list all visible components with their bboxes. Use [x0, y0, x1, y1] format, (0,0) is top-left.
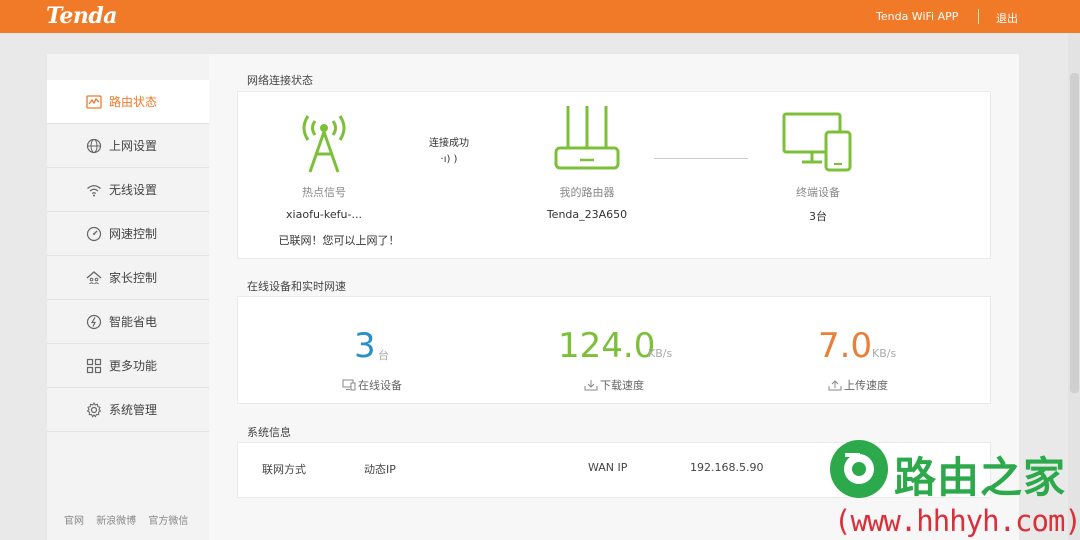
sidebar-item-label: 更多功能 [109, 359, 158, 373]
hotspot-name: xiaofu-kefu-... [286, 208, 362, 221]
sidebar-item-label: 网速控制 [109, 227, 158, 241]
online-count-unit: 台 [378, 349, 389, 362]
upload-speed-label: 上传速度 [828, 377, 888, 393]
page-scrollbar[interactable] [1068, 33, 1080, 540]
realtime-card: 3 台 在线设备 124.0 KB/s 下载速度 7.0 KB/s 上传速度 [237, 296, 991, 404]
router-label: 我的路由器 [559, 186, 615, 199]
footer-link-official-site[interactable]: 官网 [64, 516, 84, 527]
wifi-icon [87, 184, 101, 196]
watermark-url: (www.hhhyh.com) [834, 504, 1080, 538]
terminals-count: 3台 [809, 210, 827, 223]
globe-icon [86, 138, 102, 153]
monitor-icon [342, 379, 356, 391]
footer-link-wechat[interactable]: 官方微信 [148, 516, 188, 527]
house-family-icon [86, 270, 102, 284]
online-count-value: 3 [354, 326, 376, 366]
watermark-logo [830, 440, 888, 498]
wan-ip-value: 192.168.5.90 [690, 461, 764, 474]
terminals-label: 终端设备 [796, 186, 840, 199]
network-status-card: 热点信号 xiaofu-kefu-... 已联网！您可以上网了！ 连接成功 ·ı… [237, 91, 991, 259]
system-info-title: 系统信息 [247, 426, 291, 439]
connection-status: 连接成功 [429, 138, 469, 149]
connection-signal: ·ı) ) [440, 154, 458, 165]
signal-tower-icon [302, 115, 346, 173]
upload-icon [828, 380, 842, 391]
footer-link-weibo[interactable]: 新浪微博 [96, 516, 136, 527]
scrollbar-thumb[interactable] [1070, 73, 1079, 393]
download-speed-value: 124.0 [558, 326, 656, 366]
logout-link[interactable]: 退出 [996, 10, 1018, 26]
status-chart-icon [86, 94, 102, 109]
wifi-app-link[interactable]: Tenda WiFi APP [876, 10, 958, 23]
terminal-devices-icon [782, 112, 852, 172]
footer-links: 官网 新浪微博 官方微信 [64, 512, 197, 527]
tenda-logo[interactable]: Tenda [46, 3, 117, 29]
download-speed-label: 下载速度 [584, 377, 644, 393]
router-icon [554, 106, 620, 170]
download-icon [584, 380, 598, 391]
router-name: Tenda_23A650 [546, 208, 628, 221]
upload-speed-value: 7.0 [818, 326, 873, 366]
network-status-title: 网络连接状态 [247, 74, 313, 87]
watermark-text: 路由之家 [894, 453, 1067, 502]
sidebar-item-label: 智能省电 [109, 315, 158, 329]
power-saving-icon [86, 314, 102, 329]
hotspot-label: 热点信号 [302, 186, 346, 199]
sidebar-item-power-saving[interactable]: 智能省电 [47, 300, 209, 344]
speedometer-icon [86, 226, 102, 241]
sidebar: 路由状态 上网设置 无线设置 网速控制 家长控制 智能省电 更多功能 系统管理 [47, 80, 209, 540]
connection-line [654, 158, 748, 159]
upload-speed-unit: KB/s [872, 347, 897, 360]
download-speed-unit: KB/s [648, 347, 673, 360]
connection-type-label: 联网方式 [262, 463, 306, 476]
realtime-title: 在线设备和实时网速 [247, 280, 346, 293]
sidebar-item-more-features[interactable]: 更多功能 [47, 344, 209, 388]
online-message: 已联网！您可以上网了！ [278, 234, 400, 247]
top-bar: Tenda Tenda WiFi APP 退出 [0, 0, 1080, 33]
sidebar-item-label: 路由状态 [109, 95, 158, 109]
sidebar-item-speed-control[interactable]: 网速控制 [47, 212, 209, 256]
sidebar-item-router-status[interactable]: 路由状态 [47, 80, 209, 124]
online-devices-label: 在线设备 [342, 377, 402, 393]
sidebar-item-label: 上网设置 [109, 139, 158, 153]
sidebar-item-wireless-settings[interactable]: 无线设置 [47, 168, 209, 212]
grid-apps-icon [86, 358, 102, 373]
sidebar-item-internet-settings[interactable]: 上网设置 [47, 124, 209, 168]
sidebar-item-label: 家长控制 [109, 271, 158, 285]
sidebar-item-system-management[interactable]: 系统管理 [47, 388, 209, 432]
sidebar-item-parental-control[interactable]: 家长控制 [47, 256, 209, 300]
header-divider [978, 9, 979, 24]
gear-icon [86, 401, 102, 418]
connection-type-value: 动态IP [364, 463, 396, 476]
wan-ip-label: WAN IP [588, 461, 628, 474]
sidebar-item-label: 系统管理 [109, 403, 158, 417]
sidebar-item-label: 无线设置 [109, 183, 158, 197]
